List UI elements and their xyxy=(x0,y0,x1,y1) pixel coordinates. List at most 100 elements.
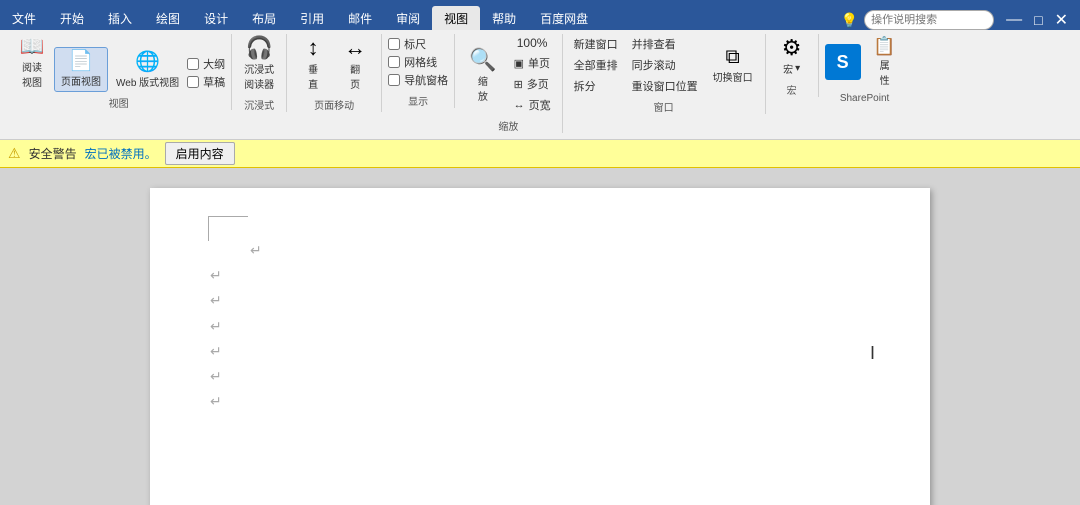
window-group-label: 窗口 xyxy=(654,99,674,114)
minimize-icon[interactable]: — xyxy=(1002,11,1026,29)
document-area[interactable]: ↵ ↵ ↵ ↵ ↵ ↵ ↵ I xyxy=(0,168,1080,505)
tab-bar: 文件 开始 插入 绘图 设计 布局 引用 邮件 审阅 视图 帮助 百度网盘 💡 … xyxy=(0,0,1080,30)
ribbon-group-sharepoint: S 📋 属 性 SharePoint xyxy=(819,34,911,104)
read-view-icon: 📖 xyxy=(20,37,45,57)
tab-references[interactable]: 引用 xyxy=(288,6,336,30)
tab-file[interactable]: 文件 xyxy=(0,6,48,30)
web-view-button[interactable]: 🌐 Web 版式视图 xyxy=(110,49,185,92)
multi-page-icon: ⊞ xyxy=(514,78,523,91)
page-move-group-label: 页面移动 xyxy=(314,97,354,112)
tab-review[interactable]: 审阅 xyxy=(384,6,432,30)
tab-insert[interactable]: 插入 xyxy=(96,6,144,30)
immersive-label: 沉浸式 阅读器 xyxy=(244,61,274,91)
sharepoint-logo: S xyxy=(825,44,861,80)
gridlines-checkbox[interactable]: 网格线 xyxy=(388,54,448,70)
indent-para-mark: ↵ xyxy=(250,238,870,263)
tab-draw[interactable]: 绘图 xyxy=(144,6,192,30)
flip-button[interactable]: ↔ 翻 页 xyxy=(335,34,375,94)
para-mark-4: ↵ xyxy=(210,339,870,364)
security-link[interactable]: 宏已被禁用。 xyxy=(85,145,157,162)
zoom-group-label: 缩放 xyxy=(498,118,518,133)
ribbon: 📖 阅读 视图 📄 页面视图 🌐 Web 版式视图 大纲 草稿 xyxy=(0,30,1080,140)
tab-layout[interactable]: 布局 xyxy=(240,6,288,30)
para-mark-1: ↵ xyxy=(210,263,870,288)
sharepoint-props-button[interactable]: 📋 属 性 xyxy=(865,34,905,90)
ribbon-group-immersive: 🎧 沉浸式 阅读器 沉浸式 xyxy=(232,34,287,112)
multi-page-button[interactable]: ⊞ 多页 xyxy=(509,74,556,94)
sharepoint-props-label: 属 性 xyxy=(880,57,890,87)
macros-dropdown-arrow: ▾ xyxy=(795,63,800,74)
ribbon-group-window: 新建窗口 全部重排 拆分 并排查看 同步滚动 重设窗口位置 ⧉ 切换窗口 窗口 xyxy=(563,34,766,114)
outline-checkbox[interactable]: 大纲 xyxy=(187,56,225,72)
ribbon-group-page-move: ↕ 垂 直 ↔ 翻 页 页面移动 xyxy=(287,34,382,112)
cursor: I xyxy=(870,343,875,364)
tab-start[interactable]: 开始 xyxy=(48,6,96,30)
split-button[interactable]: 拆分 xyxy=(569,76,623,96)
all-arrange-button[interactable]: 全部重排 xyxy=(569,55,623,75)
document-wrapper: ↵ ↵ ↵ ↵ ↵ ↵ ↵ I xyxy=(0,168,1080,505)
macros-label: 宏 ▾ xyxy=(783,61,800,76)
para-mark-2: ↵ xyxy=(210,288,870,313)
restore-icon[interactable]: □ xyxy=(1030,12,1046,28)
tab-mail[interactable]: 邮件 xyxy=(336,6,384,30)
sharepoint-group-label: SharePoint xyxy=(840,93,889,104)
switch-window-button[interactable]: ⧉ 切换窗口 xyxy=(707,44,759,87)
para-mark-5: ↵ xyxy=(210,364,870,389)
immersive-group-label: 沉浸式 xyxy=(244,97,274,112)
side-by-side-button[interactable]: 并排查看 xyxy=(627,34,703,54)
views-group-label: 视图 xyxy=(109,95,129,110)
vertical-label: 垂 直 xyxy=(308,61,318,91)
web-view-icon: 🌐 xyxy=(135,52,160,72)
page-canvas[interactable]: ↵ ↵ ↵ ↵ ↵ ↵ ↵ I xyxy=(150,188,930,505)
tab-baidu[interactable]: 百度网盘 xyxy=(528,6,600,30)
macros-icon: ⚙ xyxy=(782,37,802,59)
single-page-button[interactable]: ▣ 单页 xyxy=(509,53,556,73)
security-bar: ⚠ 安全警告 宏已被禁用。 启用内容 xyxy=(0,140,1080,168)
single-page-icon: ▣ xyxy=(514,57,524,70)
draft-checkbox[interactable]: 草稿 xyxy=(187,74,225,90)
para-mark-3: ↵ xyxy=(210,314,870,339)
macros-group-label: 宏 xyxy=(787,82,797,97)
ruler-checkbox[interactable]: 标尺 xyxy=(388,36,448,52)
sync-scroll-button[interactable]: 同步滚动 xyxy=(627,55,703,75)
macros-button[interactable]: ⚙ 宏 ▾ xyxy=(772,34,812,79)
security-text: 安全警告 xyxy=(29,145,77,162)
flip-icon: ↔ xyxy=(344,37,366,59)
ribbon-group-zoom: 🔍 缩放 100% ▣ 单页 ⊞ 多页 xyxy=(455,34,562,133)
page-width-button[interactable]: ↔ 页宽 xyxy=(509,95,556,115)
immersive-reader-button[interactable]: 🎧 沉浸式 阅读器 xyxy=(238,34,280,94)
flip-label: 翻 页 xyxy=(350,61,360,91)
warning-icon: ⚠ xyxy=(8,145,21,162)
zoom-button[interactable]: 🔍 缩放 xyxy=(461,44,504,106)
vertical-icon: ↕ xyxy=(308,37,319,59)
web-view-label: Web 版式视图 xyxy=(116,74,179,89)
margin-top-line xyxy=(208,216,248,217)
nav-pane-checkbox[interactable]: 导航窗格 xyxy=(388,72,448,88)
para-mark-6: ↵ xyxy=(210,389,870,414)
help-search-input[interactable] xyxy=(864,10,994,30)
read-view-button[interactable]: 📖 阅读 视图 xyxy=(12,34,52,92)
reset-position-button[interactable]: 重设窗口位置 xyxy=(627,76,703,96)
zoom-pct-button[interactable]: 100% xyxy=(511,34,554,52)
page-view-icon: 📄 xyxy=(69,51,94,71)
tab-help[interactable]: 帮助 xyxy=(480,6,528,30)
new-window-button[interactable]: 新建窗口 xyxy=(569,34,623,54)
sharepoint-props-icon: 📋 xyxy=(873,37,895,55)
switch-window-label: 切换窗口 xyxy=(713,69,753,84)
ribbon-group-views: 📖 阅读 视图 📄 页面视图 🌐 Web 版式视图 大纲 草稿 xyxy=(6,34,232,110)
zoom-label: 缩放 xyxy=(478,73,488,103)
read-view-label: 阅读 视图 xyxy=(22,59,42,89)
paragraph-content[interactable]: ↵ ↵ ↵ ↵ ↵ ↵ ↵ xyxy=(210,228,870,414)
zoom-icon: 🔍 xyxy=(469,47,496,73)
tab-design[interactable]: 设计 xyxy=(192,6,240,30)
enable-content-button[interactable]: 启用内容 xyxy=(165,142,235,165)
tab-view[interactable]: 视图 xyxy=(432,6,480,30)
app-window: 文件 开始 插入 绘图 设计 布局 引用 邮件 审阅 视图 帮助 百度网盘 💡 … xyxy=(0,0,1080,505)
close-icon[interactable]: ✕ xyxy=(1051,10,1072,30)
page-view-button[interactable]: 📄 页面视图 xyxy=(54,47,108,92)
margin-left-line xyxy=(208,216,209,241)
page-view-label: 页面视图 xyxy=(61,73,101,88)
page-width-icon: ↔ xyxy=(514,99,525,111)
vertical-button[interactable]: ↕ 垂 直 xyxy=(293,34,333,94)
ribbon-group-macros: ⚙ 宏 ▾ 宏 xyxy=(766,34,819,97)
